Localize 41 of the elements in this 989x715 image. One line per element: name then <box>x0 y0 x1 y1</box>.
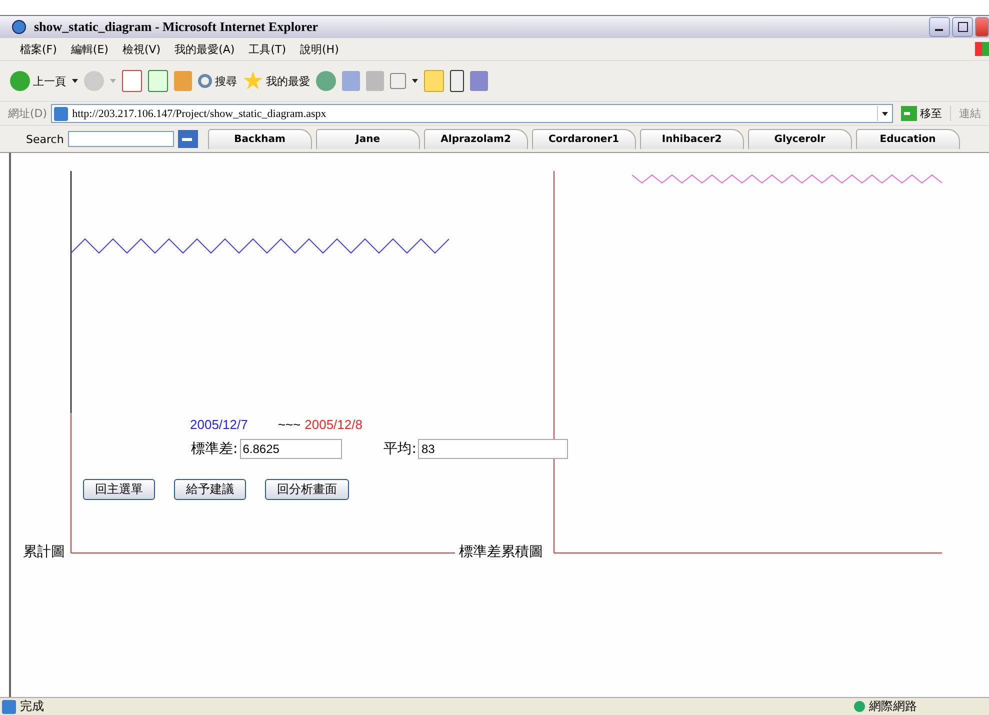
link-tab[interactable]: Cordaroner1 <box>532 129 636 149</box>
status-text: 完成 <box>20 698 44 715</box>
minimize-button[interactable] <box>929 17 950 37</box>
zone-text: 網際網路 <box>869 698 918 715</box>
page-button[interactable]: 回主選單 <box>83 479 155 500</box>
caret-icon[interactable] <box>412 79 418 83</box>
caret-icon[interactable] <box>72 79 78 83</box>
mean-field[interactable]: 83 <box>418 439 568 459</box>
menu-item[interactable]: 工具(T) <box>248 42 286 56</box>
chart-label: 累計圖 <box>23 543 65 561</box>
address-field[interactable]: http://203.217.106.147/Project/show_static_diagram.aspx <box>51 104 893 123</box>
date-separator: ~~~ <box>278 417 301 432</box>
search-go-button[interactable] <box>178 130 198 148</box>
address-label: 網址(D) <box>8 106 48 121</box>
restore-button[interactable] <box>952 17 973 37</box>
search-button[interactable]: 搜尋 <box>198 74 237 88</box>
menu-item[interactable]: 我的最愛(A) <box>174 42 235 56</box>
menu-item[interactable]: 檔案(F) <box>20 42 57 56</box>
mean-label: 平均: <box>384 440 416 458</box>
search-label: Search <box>26 132 64 146</box>
back-button[interactable]: 上一頁 <box>10 71 66 91</box>
link-tab[interactable]: Inhibacer2 <box>640 129 744 149</box>
page-button[interactable]: 給予建議 <box>174 479 246 500</box>
window-title: show_static_diagram - Microsoft Internet Explorer <box>34 19 320 35</box>
link-tab[interactable]: Alprazolam2 <box>424 129 528 149</box>
link-tab[interactable]: Education <box>856 129 960 149</box>
end-date: 2005/12/8 <box>304 417 362 432</box>
link-tab[interactable]: Backham <box>208 129 312 149</box>
go-button[interactable]: 移至 <box>897 106 946 121</box>
menu-item[interactable]: 檢視(V) <box>122 42 161 56</box>
menu-item[interactable]: 編輯(E) <box>70 42 108 56</box>
link-tab[interactable]: Glycerolr <box>748 129 852 149</box>
start-date: 2005/12/7 <box>190 417 248 432</box>
menu-item[interactable]: 說明(H) <box>300 42 339 56</box>
chart-label: 標準差累積圖 <box>459 543 543 561</box>
std-label: 標準差: <box>191 440 238 458</box>
favorites-button[interactable]: 我的最愛 <box>243 71 310 91</box>
link-tab[interactable]: Jane <box>316 129 420 149</box>
std-field[interactable]: 6.8625 <box>240 439 342 459</box>
search-field[interactable] <box>68 131 174 147</box>
page-button[interactable]: 回分析畫面 <box>265 479 349 500</box>
